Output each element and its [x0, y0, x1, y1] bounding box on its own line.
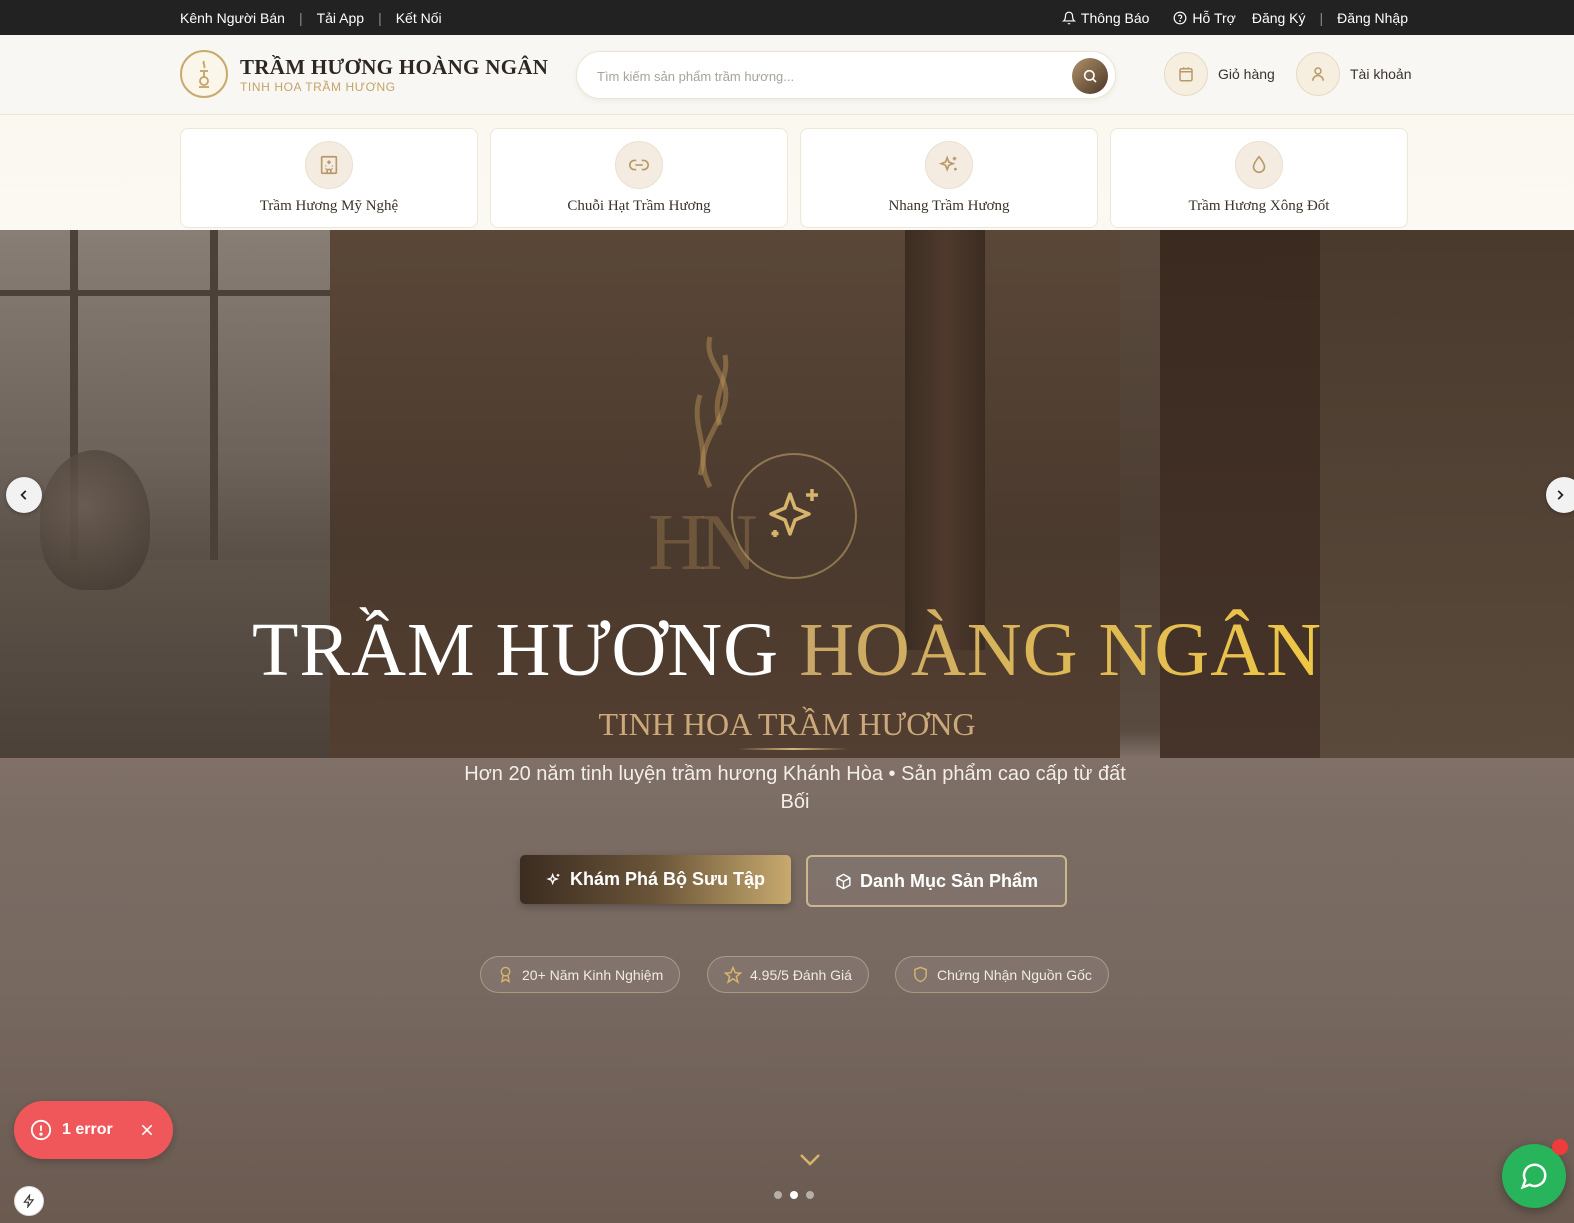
chat-bubble-icon: [1520, 1163, 1547, 1190]
category-label: Trầm Hương Mỹ Nghệ: [259, 198, 399, 214]
category-label: Nhang Trầm Hương: [888, 198, 1010, 214]
error-count: 1 error: [62, 1121, 113, 1138]
product-catalog-label: Danh Mục Sản Phẩm: [859, 870, 1039, 891]
badge-label: Chứng Nhận Nguồn Gốc: [937, 966, 1092, 983]
chevron-right-icon: [1557, 490, 1564, 500]
rating-badge: 4.95/5 Đánh Giá: [707, 956, 869, 993]
incense-burner-icon: [180, 50, 228, 98]
category-card-beads[interactable]: Chuỗi Hạt Trầm Hương: [490, 128, 788, 228]
chat-notification-dot: [1552, 1139, 1568, 1155]
vase-image: [40, 450, 150, 590]
slide-indicators: [774, 1191, 814, 1199]
hero-title: TRẦM HƯƠNG HOÀNG NGÂN: [0, 605, 1574, 695]
download-app-link[interactable]: Tải App: [317, 10, 364, 26]
slide-dot[interactable]: [774, 1191, 782, 1199]
hero-subtitle: TINH HOA TRẦM HƯƠNG: [598, 706, 976, 742]
star-icon: [724, 965, 742, 984]
alert-circle-icon: [30, 1119, 52, 1141]
sparkles-icon: [925, 141, 973, 189]
product-catalog-button[interactable]: Danh Mục Sản Phẩm: [806, 855, 1067, 907]
chevron-left-icon: [20, 490, 27, 500]
connect-link[interactable]: Kết Nối: [396, 10, 442, 26]
brand-name: TRẦM HƯƠNG HOÀNG NGÂN: [240, 54, 549, 79]
explore-collection-button[interactable]: Khám Phá Bộ Sưu Tập: [520, 855, 791, 904]
category-card-incense[interactable]: Nhang Trầm Hương: [800, 128, 1098, 228]
login-link[interactable]: Đăng Nhập: [1337, 10, 1408, 26]
hero-divider: [738, 748, 848, 750]
shield-icon: [914, 966, 927, 983]
category-card-art[interactable]: Trầm Hương Mỹ Nghệ: [180, 128, 478, 228]
search-button[interactable]: [1072, 58, 1108, 94]
search-input[interactable]: [597, 65, 1057, 87]
cart-label: Giỏ hàng: [1218, 66, 1275, 82]
error-toast[interactable]: 1 error: [14, 1101, 173, 1159]
slide-dot[interactable]: [806, 1191, 814, 1199]
category-strip: Trầm Hương Mỹ Nghệ Chuỗi Hạt Trầm Hương …: [0, 115, 1574, 230]
account-label: Tài khoản: [1350, 66, 1412, 82]
package-icon: [836, 873, 851, 889]
chevron-down-icon[interactable]: [798, 1152, 822, 1168]
shopping-bag-icon: [1164, 52, 1208, 96]
search-icon: [1083, 69, 1097, 83]
badge-label: 4.95/5 Đánh Giá: [750, 966, 852, 983]
cart-button[interactable]: Giỏ hàng: [1164, 52, 1275, 96]
origin-certified-badge: Chứng Nhận Nguồn Gốc: [895, 956, 1109, 993]
register-link[interactable]: Đăng Ký: [1252, 10, 1306, 26]
help-circle-icon: [1173, 11, 1187, 24]
link-icon: [615, 141, 663, 189]
notifications-link[interactable]: Thông Báo: [1061, 9, 1150, 26]
hero-banner: HN TRẦM HƯƠNG HOÀNG NGÂN TINH HOA TRẦM H…: [0, 230, 1574, 1223]
user-icon: [1296, 52, 1340, 96]
sparkles-icon: [546, 872, 560, 885]
award-icon: [500, 966, 511, 983]
site-header: TRẦM HƯƠNG HOÀNG NGÂN TINH HOA TRẦM HƯƠN…: [0, 35, 1574, 115]
search-bar: [576, 51, 1116, 99]
brand-tagline: TINH HOA TRẦM HƯƠNG: [240, 79, 396, 94]
account-button[interactable]: Tài khoản: [1296, 52, 1411, 96]
seller-channel-link[interactable]: Kênh Người Bán: [180, 10, 285, 26]
next-slide-button[interactable]: [1546, 477, 1574, 513]
notifications-label: Thông Báo: [1080, 9, 1150, 26]
building-icon: [305, 141, 353, 189]
hero-description: Hơn 20 năm tinh luyện trầm hương Khánh H…: [464, 763, 1126, 813]
badge-label: 20+ Năm Kinh Nghiệm: [522, 966, 664, 983]
support-link[interactable]: Hỗ Trợ: [1173, 9, 1236, 26]
brand-logo[interactable]: TRẦM HƯƠNG HOÀNG NGÂN TINH HOA TRẦM HƯƠN…: [180, 50, 548, 98]
close-icon[interactable]: [139, 1122, 155, 1138]
bell-icon: [1061, 11, 1076, 24]
support-label: Hỗ Trợ: [1192, 9, 1236, 26]
lightning-icon[interactable]: [14, 1186, 44, 1216]
experience-badge: 20+ Năm Kinh Nghiệm: [480, 956, 681, 993]
sparkles-icon: [731, 453, 857, 579]
top-bar: Kênh Người Bán | Tải App | Kết Nối Thông…: [0, 0, 1574, 35]
explore-collection-label: Khám Phá Bộ Sưu Tập: [569, 869, 766, 889]
category-label: Trầm Hương Xông Đốt: [1188, 198, 1330, 214]
slide-dot-active[interactable]: [790, 1191, 798, 1199]
category-card-burning[interactable]: Trầm Hương Xông Đốt: [1110, 128, 1408, 228]
droplet-icon: [1235, 141, 1283, 189]
hero-title-gold: HOÀNG NGÂN: [799, 608, 1323, 692]
previous-slide-button[interactable]: [6, 477, 42, 513]
hero-title-white: TRẦM HƯƠNG: [251, 608, 780, 692]
category-label: Chuỗi Hạt Trầm Hương: [567, 198, 711, 214]
